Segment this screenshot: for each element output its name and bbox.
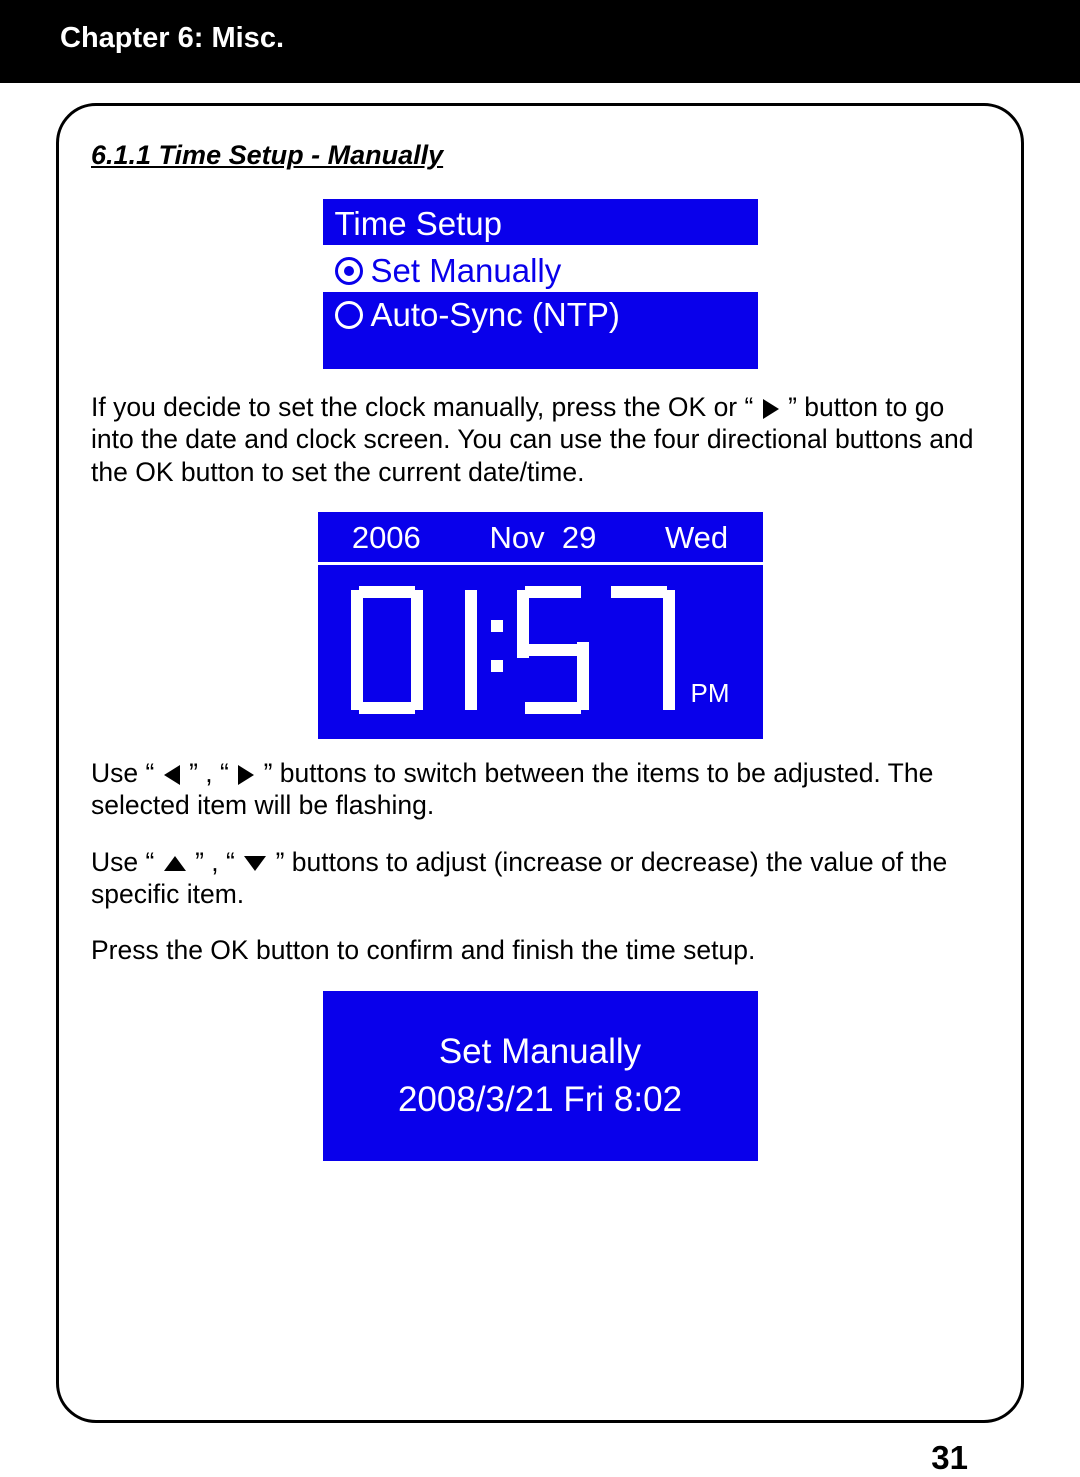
up-arrow-icon — [164, 856, 186, 871]
lcd1-option-selected: Set Manually — [323, 248, 758, 292]
section-heading: 6.1.1 Time Setup - Manually — [91, 140, 989, 171]
lcd2-month: Nov — [489, 520, 544, 555]
lcd2-timebox: PM — [318, 565, 763, 739]
lcd1-title: Time Setup — [323, 199, 758, 248]
digit-0 — [351, 586, 423, 714]
digit-1 — [437, 586, 477, 714]
left-arrow-icon — [164, 765, 180, 785]
paragraph-1: If you decide to set the clock manually,… — [91, 391, 989, 488]
lcd2-weekday: Wed — [665, 520, 728, 556]
manual-page: Chapter 6: Misc. 6.1.1 Time Setup - Manu… — [0, 0, 1080, 1477]
page-number: 31 — [56, 1423, 1024, 1477]
paragraph-2: Use “ ” , “ ” buttons to switch between … — [91, 757, 989, 822]
colon-icon — [491, 620, 503, 680]
radio-unselected-icon — [335, 301, 363, 329]
lcd1-option-other: Auto-Sync (NTP) — [323, 292, 758, 336]
lcd2-ampm: PM — [691, 678, 730, 729]
radio-selected-icon — [335, 257, 363, 285]
lcd-confirm: Set Manually 2008/3/21 Fri 8:02 — [323, 991, 758, 1161]
seven-seg-time — [351, 586, 675, 714]
chapter-header: Chapter 6: Misc. — [0, 0, 1080, 83]
right-arrow-icon — [238, 765, 254, 785]
para3-part-a: Use “ — [91, 847, 154, 877]
lcd1-option-selected-label: Set Manually — [371, 252, 562, 290]
paragraph-3: Use “ ” , “ ” buttons to adjust (increas… — [91, 846, 989, 911]
content-area: 6.1.1 Time Setup - Manually Time Setup S… — [0, 83, 1080, 1477]
para2-part-b: ” , “ — [189, 758, 229, 788]
lcd-time-setup-menu: Time Setup Set Manually Auto-Sync (NTP) — [323, 199, 758, 369]
lcd3-line1: Set Manually — [439, 1032, 641, 1072]
para1-part-a: If you decide to set the clock manually,… — [91, 392, 753, 422]
digit-7 — [603, 586, 675, 714]
lcd2-year: 2006 — [352, 520, 421, 556]
lcd2-dateline: 2006 Nov 29 Wed — [318, 512, 763, 565]
content-panel: 6.1.1 Time Setup - Manually Time Setup S… — [56, 103, 1024, 1423]
lcd-datetime: 2006 Nov 29 Wed — [318, 512, 763, 739]
para2-part-a: Use “ — [91, 758, 154, 788]
lcd1-option-other-label: Auto-Sync (NTP) — [371, 296, 620, 334]
para3-part-b: ” , “ — [195, 847, 235, 877]
lcd3-line2: 2008/3/21 Fri 8:02 — [398, 1080, 682, 1120]
paragraph-4: Press the OK button to confirm and finis… — [91, 934, 989, 966]
right-arrow-icon — [763, 399, 779, 419]
digit-5 — [517, 586, 589, 714]
down-arrow-icon — [244, 856, 266, 871]
lcd2-day: 29 — [562, 520, 596, 555]
chapter-title: Chapter 6: Misc. — [60, 22, 284, 54]
